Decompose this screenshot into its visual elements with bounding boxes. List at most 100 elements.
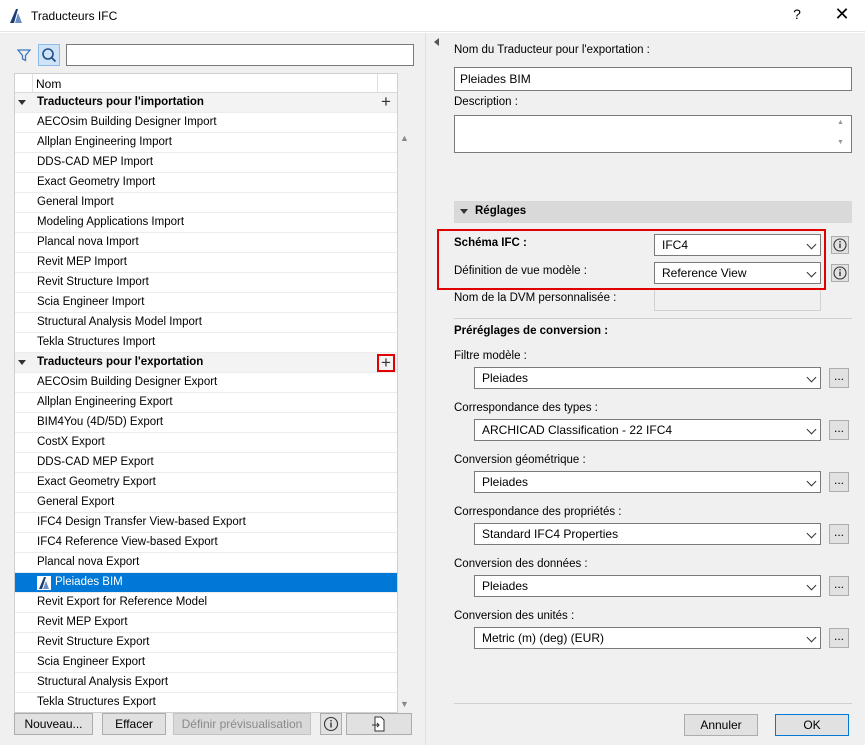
preset-options-button[interactable]: ... — [829, 628, 849, 648]
add-export-translator-button[interactable]: + — [377, 354, 395, 372]
highlight-box — [437, 229, 826, 290]
group-export[interactable]: Traducteurs pour l'exportation + — [15, 353, 397, 373]
list-item[interactable]: Revit Export for Reference Model — [15, 593, 397, 613]
list-item[interactable]: Revit Structure Export — [15, 633, 397, 653]
info-icon[interactable] — [831, 236, 849, 254]
preset-select[interactable]: Pleiades — [474, 367, 821, 389]
preset-label: Conversion des unités : — [454, 610, 575, 622]
preset-select[interactable]: Metric (m) (deg) (EUR) — [474, 627, 821, 649]
collapse-triangle-icon[interactable] — [18, 100, 26, 105]
description-field[interactable] — [454, 115, 852, 153]
list-item-label: BIM4You (4D/5D) Export — [37, 416, 164, 428]
list-item[interactable]: BIM4You (4D/5D) Export — [15, 413, 397, 433]
list-item-label: Modeling Applications Import — [37, 216, 185, 228]
set-preview-button[interactable]: Définir prévisualisation — [173, 713, 311, 735]
preset-select[interactable]: Pleiades — [474, 575, 821, 597]
new-button[interactable]: Nouveau... — [14, 713, 93, 735]
scroll-up-icon[interactable]: ▲ — [400, 133, 409, 143]
info-icon[interactable] — [831, 264, 849, 282]
list-item[interactable]: AECOsim Building Designer Import — [15, 113, 397, 133]
chevron-down-icon — [806, 528, 817, 539]
chevron-down-icon — [806, 372, 817, 383]
collapse-arrow-icon[interactable] — [434, 38, 439, 46]
preset-options-button[interactable]: ... — [829, 472, 849, 492]
list-item[interactable]: Revit MEP Import — [15, 253, 397, 273]
list-item[interactable]: CostX Export — [15, 433, 397, 453]
scroll-down-icon[interactable]: ▼ — [837, 139, 844, 146]
list-item[interactable]: Revit MEP Export — [15, 613, 397, 633]
chevron-down-icon — [806, 424, 817, 435]
list-scrollbar[interactable]: ▲ ▼ — [398, 73, 412, 713]
translator-list: Nom Traducteurs pour l'importation + AEC… — [14, 73, 398, 713]
translator-list-pane: Nom Traducteurs pour l'importation + AEC… — [0, 33, 425, 745]
list-item[interactable]: Scia Engineer Import — [15, 293, 397, 313]
select-value: Pleiades — [482, 475, 529, 489]
scroll-down-icon[interactable]: ▼ — [400, 699, 409, 709]
list-item[interactable]: IFC4 Design Transfer View-based Export — [15, 513, 397, 533]
list-item-label: Structural Analysis Model Import — [37, 316, 202, 328]
list-item-label: Revit MEP Import — [37, 256, 127, 268]
preset-select[interactable]: Pleiades — [474, 471, 821, 493]
list-item[interactable]: Allplan Engineering Import — [15, 133, 397, 153]
list-item[interactable]: Tekla Structures Import — [15, 333, 397, 353]
list-item-label: General Export — [37, 496, 115, 508]
name-field[interactable]: Pleiades BIM — [454, 67, 852, 91]
list-item-label: IFC4 Reference View-based Export — [37, 536, 218, 548]
list-item[interactable]: General Export — [15, 493, 397, 513]
list-item[interactable]: Structural Analysis Export — [15, 673, 397, 693]
list-item[interactable]: IFC4 Reference View-based Export — [15, 533, 397, 553]
list-item[interactable]: DDS-CAD MEP Import — [15, 153, 397, 173]
settings-section-header[interactable]: Réglages — [454, 201, 852, 223]
translator-settings-pane: Nom du Traducteur pour l'exportation : P… — [440, 33, 865, 745]
chevron-down-icon — [806, 580, 817, 591]
info-icon — [323, 716, 339, 732]
search-toggle-button[interactable] — [38, 44, 60, 66]
cancel-button[interactable]: Annuler — [684, 714, 758, 736]
preset-options-button[interactable]: ... — [829, 368, 849, 388]
search-input[interactable] — [66, 44, 414, 66]
description-label: Description : — [454, 96, 518, 108]
pane-splitter[interactable] — [425, 33, 440, 745]
list-item[interactable]: General Import — [15, 193, 397, 213]
filter-icon[interactable] — [17, 48, 31, 62]
list-item[interactable]: DDS-CAD MEP Export — [15, 453, 397, 473]
list-item-label: Plancal nova Export — [37, 556, 140, 568]
preset-label: Correspondance des types : — [454, 402, 598, 414]
window-title: Traducteurs IFC — [31, 9, 118, 23]
list-item[interactable]: Plancal nova Import — [15, 233, 397, 253]
list-item-label: Tekla Structures Export — [37, 696, 156, 708]
import-export-file-button[interactable] — [346, 713, 412, 735]
preset-label: Conversion des données : — [454, 558, 588, 570]
list-item-selected[interactable]: Pleiades BIM — [15, 573, 397, 593]
list-item[interactable]: Revit Structure Import — [15, 273, 397, 293]
add-import-translator-button[interactable]: + — [377, 93, 395, 112]
list-item[interactable]: AECOsim Building Designer Export — [15, 373, 397, 393]
preset-select[interactable]: ARCHICAD Classification - 22 IFC4 — [474, 419, 821, 441]
delete-button[interactable]: Effacer — [102, 713, 166, 735]
list-item[interactable]: Plancal nova Export — [15, 553, 397, 573]
collapse-triangle-icon[interactable] — [460, 209, 468, 214]
preset-options-button[interactable]: ... — [829, 576, 849, 596]
list-item[interactable]: Allplan Engineering Export — [15, 393, 397, 413]
preset-label: Conversion géométrique : — [454, 454, 586, 466]
scroll-up-icon[interactable]: ▲ — [837, 119, 844, 126]
list-item[interactable]: Exact Geometry Import — [15, 173, 397, 193]
list-item[interactable]: Exact Geometry Export — [15, 473, 397, 493]
list-item[interactable]: Modeling Applications Import — [15, 213, 397, 233]
list-item[interactable]: Scia Engineer Export — [15, 653, 397, 673]
list-item[interactable]: Structural Analysis Model Import — [15, 313, 397, 333]
select-value: Pleiades — [482, 579, 529, 593]
list-item-label: Exact Geometry Import — [37, 176, 156, 188]
info-button[interactable] — [320, 713, 342, 735]
column-header-name[interactable]: Nom — [36, 77, 61, 91]
preset-options-button[interactable]: ... — [829, 524, 849, 544]
ok-button[interactable]: OK — [775, 714, 849, 736]
preset-options-button[interactable]: ... — [829, 420, 849, 440]
collapse-triangle-icon[interactable] — [18, 360, 26, 365]
preset-select[interactable]: Standard IFC4 Properties — [474, 523, 821, 545]
list-item[interactable]: Tekla Structures Export — [15, 693, 397, 712]
group-import[interactable]: Traducteurs pour l'importation + — [15, 93, 397, 113]
close-button[interactable]: ✕ — [827, 4, 857, 28]
help-button[interactable]: ? — [784, 6, 810, 26]
list-header: Nom — [15, 74, 397, 93]
